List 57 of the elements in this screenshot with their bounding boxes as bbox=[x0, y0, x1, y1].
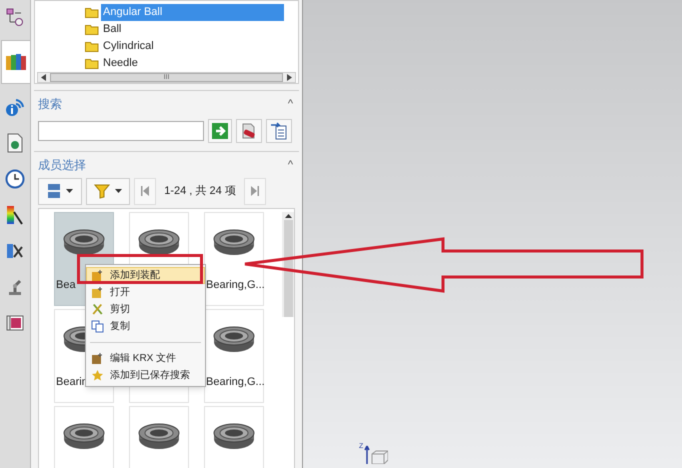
clock-icon bbox=[5, 169, 25, 189]
caret-icon bbox=[66, 189, 73, 193]
menu-item-icon bbox=[91, 269, 104, 282]
part-tile[interactable]: Bearing,G... bbox=[204, 212, 264, 306]
first-page-button[interactable] bbox=[134, 178, 156, 204]
folder-icon bbox=[85, 41, 99, 52]
section-title: 搜索 bbox=[38, 96, 62, 113]
view-dropdown[interactable] bbox=[38, 178, 82, 204]
books-icon bbox=[4, 52, 26, 72]
menu-item-icon bbox=[91, 303, 104, 316]
folder-icon bbox=[85, 7, 99, 18]
film-frame-icon bbox=[5, 313, 25, 333]
go-button[interactable] bbox=[208, 119, 232, 143]
skip-back-icon bbox=[141, 185, 149, 197]
skip-forward-icon bbox=[251, 185, 259, 197]
menu-item-icon bbox=[91, 320, 104, 333]
measure-tool-icon bbox=[5, 241, 25, 261]
advanced-search-button[interactable] bbox=[266, 119, 292, 143]
tree-item[interactable]: Needle bbox=[101, 55, 140, 72]
sidebar-tab[interactable] bbox=[0, 40, 30, 84]
tree-item[interactable]: Cylindrical bbox=[101, 38, 156, 55]
last-page-button[interactable] bbox=[244, 178, 266, 204]
page-range: 1-24 , 共 24 项 bbox=[163, 184, 237, 199]
part-label: Bearing,G... bbox=[205, 278, 265, 293]
collapse-button[interactable]: ^ bbox=[286, 96, 295, 112]
bearing-thumbnail bbox=[137, 421, 181, 451]
collapse-button[interactable]: ^ bbox=[286, 156, 295, 174]
hierarchy-icon bbox=[5, 7, 25, 27]
menu-item-icon bbox=[91, 352, 104, 365]
filter-dropdown[interactable] bbox=[86, 178, 130, 204]
menu-item-icon bbox=[91, 369, 104, 382]
funnel-icon bbox=[94, 183, 110, 199]
color-map-icon bbox=[5, 204, 25, 226]
folder-icon bbox=[85, 58, 99, 69]
section-title: 成员选择 bbox=[38, 157, 86, 174]
clear-button[interactable] bbox=[236, 119, 262, 143]
bearing-thumbnail bbox=[62, 421, 106, 451]
part-tile[interactable]: Bearing,G... bbox=[204, 309, 264, 403]
bearing-thumbnail bbox=[212, 227, 256, 257]
vertical-scrollbar[interactable] bbox=[282, 212, 294, 317]
part-label: Bea bbox=[55, 278, 76, 293]
arrow-right-icon bbox=[211, 122, 229, 140]
caret-icon bbox=[115, 189, 122, 193]
part-label: Bearing,G... bbox=[205, 375, 265, 390]
document-icon bbox=[6, 133, 24, 153]
scroll-thumb[interactable] bbox=[284, 220, 292, 317]
bearing-thumbnail bbox=[62, 227, 106, 257]
folder-icon bbox=[85, 24, 99, 35]
search-field[interactable] bbox=[38, 121, 204, 141]
menu-item-icon bbox=[91, 286, 104, 299]
thumbnail-view-icon bbox=[47, 183, 61, 199]
bearing-thumbnail bbox=[212, 324, 256, 354]
bearing-thumbnail bbox=[212, 421, 256, 451]
list-icon bbox=[270, 122, 288, 140]
tree-item[interactable]: Ball bbox=[101, 21, 124, 38]
info-signal-icon bbox=[4, 96, 26, 118]
bearing-thumbnail bbox=[137, 227, 181, 257]
